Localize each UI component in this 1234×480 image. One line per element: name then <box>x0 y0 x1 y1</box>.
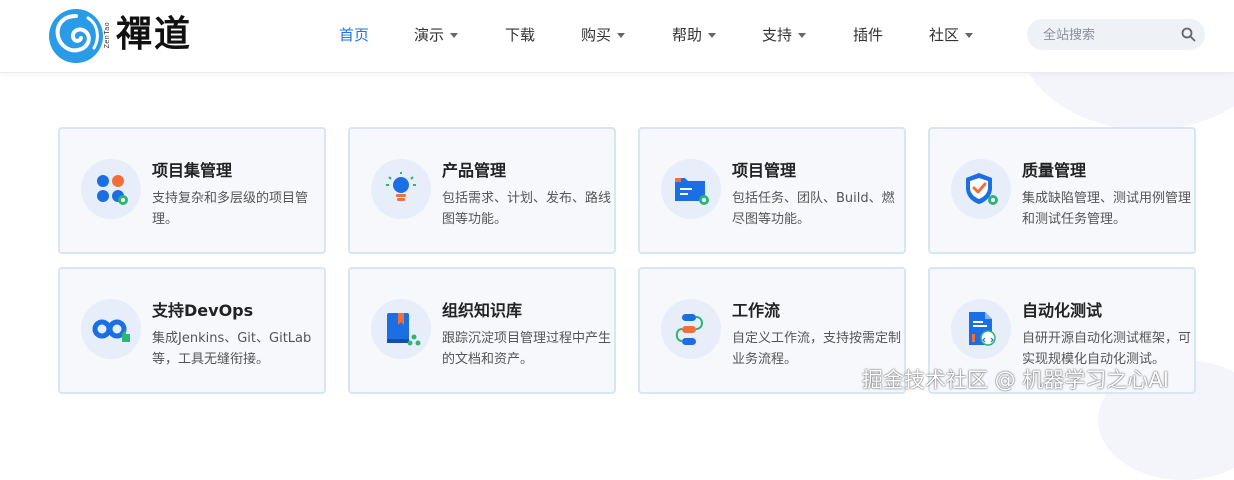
nav-item-support[interactable]: 支持 <box>762 24 807 46</box>
card-icon-circle <box>661 299 721 359</box>
card-title: 工作流 <box>732 301 781 320</box>
feature-card-quality[interactable]: 质量管理 集成缺陷管理、测试用例管理和测试任务管理。 <box>928 127 1196 254</box>
card-title: 项目管理 <box>732 161 797 180</box>
nav-item-download[interactable]: 下载 <box>505 24 535 46</box>
feature-card-devops[interactable]: 支持DevOps 集成Jenkins、Git、GitLab等，工具无缝衔接。 <box>58 267 326 394</box>
card-title: 质量管理 <box>1022 161 1087 180</box>
infinity-icon <box>92 319 130 342</box>
logo-swirl-icon <box>49 9 103 63</box>
logo-subtext: ZenTao <box>104 22 111 49</box>
card-description: 包括任务、团队、Build、燃尽图等功能。 <box>732 191 895 227</box>
nav-item-plugins[interactable]: 插件 <box>853 24 883 46</box>
card-description: 跟踪沉淀项目管理过程中产生的文档和资产。 <box>442 331 612 367</box>
test-document-icon <box>969 312 996 346</box>
search-icon[interactable] <box>1181 27 1196 42</box>
nav-item-help[interactable]: 帮助 <box>672 24 717 46</box>
card-description: 包括需求、计划、发布、路线图等功能。 <box>442 191 612 227</box>
book-icon <box>387 313 421 346</box>
card-description: 支持复杂和多层级的项目管理。 <box>152 191 309 227</box>
nav-item-buy[interactable]: 购买 <box>581 24 626 46</box>
card-icon-circle <box>951 159 1011 219</box>
card-description: 集成缺陷管理、测试用例管理和测试任务管理。 <box>1022 191 1192 227</box>
watermark: 掘金技术社区 @ 机器学习之心AI <box>862 368 1169 392</box>
lightbulb-icon <box>386 172 416 201</box>
chevron-down-icon <box>450 33 459 38</box>
chevron-down-icon <box>617 33 626 38</box>
nav-item-demo[interactable]: 演示 <box>414 24 459 46</box>
search-input[interactable] <box>1041 25 1175 46</box>
card-icon-circle <box>661 159 721 219</box>
card-title: 自动化测试 <box>1022 301 1103 320</box>
folder-icon <box>675 178 709 205</box>
program-icon <box>97 175 128 205</box>
feature-card-program[interactable]: 项目集管理 支持复杂和多层级的项目管理。 <box>58 127 326 254</box>
card-icon-circle <box>371 159 431 219</box>
chevron-down-icon <box>965 33 974 38</box>
card-icon-circle <box>81 299 141 359</box>
nav-item-community[interactable]: 社区 <box>929 24 974 46</box>
workflow-icon <box>675 314 703 345</box>
nav-item-home[interactable]: 首页 <box>339 24 369 46</box>
card-title: 组织知识库 <box>442 301 523 320</box>
card-icon-circle <box>951 299 1011 359</box>
logo-text: 禪道 <box>116 13 193 55</box>
chevron-down-icon <box>708 33 717 38</box>
site-header: ZenTao 禪道 首页 演示 下载 购买 帮助 支持 插件 社区 <box>0 0 1234 73</box>
shield-check-icon <box>966 173 998 205</box>
card-description: 集成Jenkins、Git、GitLab等，工具无缝衔接。 <box>152 331 312 367</box>
card-title: 支持DevOps <box>152 301 254 320</box>
chevron-down-icon <box>798 33 807 38</box>
logo[interactable]: ZenTao 禪道 <box>48 8 218 64</box>
feature-card-knowledge-base[interactable]: 组织知识库 跟踪沉淀项目管理过程中产生的文档和资产。 <box>348 267 616 394</box>
feature-card-project[interactable]: 项目管理 包括任务、团队、Build、燃尽图等功能。 <box>638 127 906 254</box>
card-title: 项目集管理 <box>152 161 233 180</box>
card-title: 产品管理 <box>442 161 507 180</box>
card-icon-circle <box>371 299 431 359</box>
site-search <box>1027 19 1205 50</box>
card-icon-circle <box>81 159 141 219</box>
feature-card-product[interactable]: 产品管理 包括需求、计划、发布、路线图等功能。 <box>348 127 616 254</box>
